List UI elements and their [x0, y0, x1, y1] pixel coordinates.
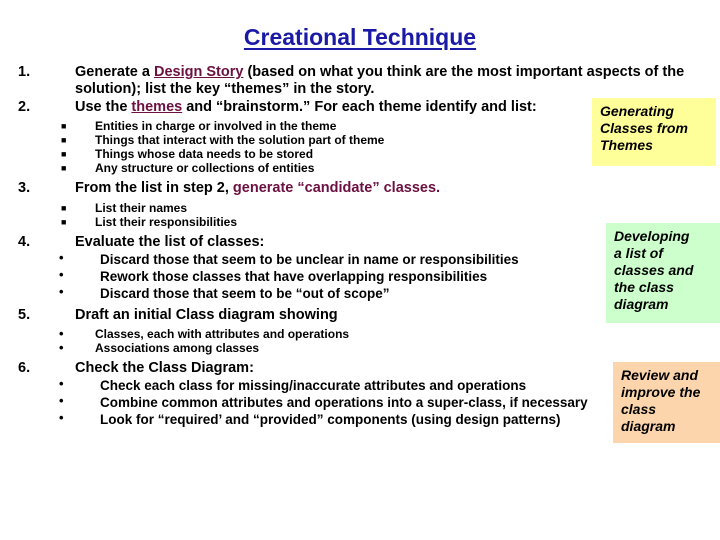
step-number-3: 3.	[18, 180, 31, 196]
step-text-1: Generate a Design Story (based on what y…	[75, 64, 716, 98]
callout-line: diagram	[614, 296, 669, 312]
round-bullet-icon: •	[59, 284, 64, 299]
square-bullet-icon: ■	[61, 203, 67, 213]
callout-line: the class	[614, 279, 674, 295]
list-item-label: Combine common attributes and operations…	[100, 395, 588, 410]
list-item: ■ List their names	[0, 201, 720, 215]
round-bullet-icon: •	[59, 250, 64, 265]
list-item: • Associations among classes	[0, 341, 720, 355]
step-item-6: 6. Check the Class Diagram:	[0, 360, 720, 377]
list-item-label: Things that interact with the solution p…	[95, 133, 385, 147]
callout-line: classes and	[614, 262, 694, 278]
callout-developing-list-of-classes: Developing a list of classes and the cla…	[606, 223, 720, 323]
callout-generating-classes-from-themes: Generating Classes from Themes	[592, 98, 716, 166]
list-item-label: Look for “required’ and “provided” compo…	[100, 412, 561, 427]
round-bullet-icon: •	[59, 376, 64, 391]
step-3-text-before: From the list in step 2,	[75, 180, 233, 196]
list-item-label: Entities in charge or involved in the th…	[95, 119, 337, 133]
list-item-label: Check each class for missing/inaccurate …	[100, 378, 527, 393]
round-bullet-icon: •	[59, 326, 64, 341]
candidate-classes-highlight: generate “candidate” classes.	[232, 180, 441, 196]
list-item-label: List their responsibilities	[95, 215, 238, 229]
square-bullet-icon: ■	[61, 121, 67, 131]
list-item: • Look for “required’ and “provided” comp…	[0, 411, 720, 428]
step-number-1: 1.	[18, 64, 31, 80]
callout-line: Themes	[600, 137, 653, 153]
step-number-4: 4.	[18, 234, 31, 250]
design-story-link[interactable]: Design Story	[154, 64, 243, 80]
round-bullet-icon: •	[59, 393, 64, 408]
square-bullet-icon: ■	[61, 163, 67, 173]
step-6-bullets: • Check each class for missing/inaccurate…	[0, 377, 720, 428]
square-bullet-icon: ■	[61, 149, 67, 159]
square-bullet-icon: ■	[61, 217, 67, 227]
page-title: Creational Technique	[243, 24, 477, 50]
callout-line: diagram	[621, 418, 676, 434]
step-2-text-after: and “brainstorm.” For each theme identif…	[182, 99, 537, 115]
callout-review-improve-class-diagram: Review and improve the class diagram	[613, 362, 720, 443]
step-number-5: 5.	[18, 307, 31, 323]
step-5-bullets: • Classes, each with attributes and opera…	[0, 327, 720, 355]
callout-line: Classes from	[600, 120, 688, 136]
step-number-6: 6.	[18, 360, 31, 376]
round-bullet-icon: •	[59, 410, 64, 425]
list-item-label: Discard those that seem to be unclear in…	[100, 252, 519, 267]
list-item: • Combine common attributes and operation…	[0, 394, 620, 411]
round-bullet-icon: •	[59, 340, 64, 355]
callout-line: Review and	[621, 367, 699, 383]
callout-line: Generating	[600, 103, 674, 119]
list-item: • Check each class for missing/inaccurate…	[0, 377, 720, 394]
list-item-label: Classes, each with attributes and operat…	[95, 327, 350, 341]
step-1-text-before: Generate a	[75, 64, 154, 80]
list-item-label: Things whose data needs to be stored	[95, 147, 314, 161]
callout-line: class	[621, 401, 657, 417]
callout-line: improve the	[621, 384, 701, 400]
slide: Creational Technique 1. Generate a Desig…	[0, 0, 720, 540]
list-item-label: List their names	[95, 201, 188, 215]
list-item-label: Rework those classes that have overlappi…	[100, 269, 488, 284]
square-bullet-icon: ■	[61, 135, 67, 145]
themes-link[interactable]: themes	[131, 99, 182, 115]
step-text-3: From the list in step 2, generate “candi…	[75, 180, 716, 197]
list-item-label: Any structure or collections of entities	[95, 161, 315, 175]
round-bullet-icon: •	[59, 267, 64, 282]
list-item: • Classes, each with attributes and opera…	[0, 327, 720, 341]
step-item-3: 3. From the list in step 2, generate “ca…	[0, 180, 720, 197]
callout-line: a list of	[614, 245, 664, 261]
step-2-text-before: Use the	[75, 99, 132, 115]
step-number-2: 2.	[18, 99, 31, 115]
callout-line: Developing	[614, 228, 690, 244]
list-item-label: Associations among classes	[95, 341, 260, 355]
list-item-label: Discard those that seem to be “out of sc…	[100, 286, 390, 301]
step-item-1: 1. Generate a Design Story (based on wha…	[0, 64, 720, 98]
